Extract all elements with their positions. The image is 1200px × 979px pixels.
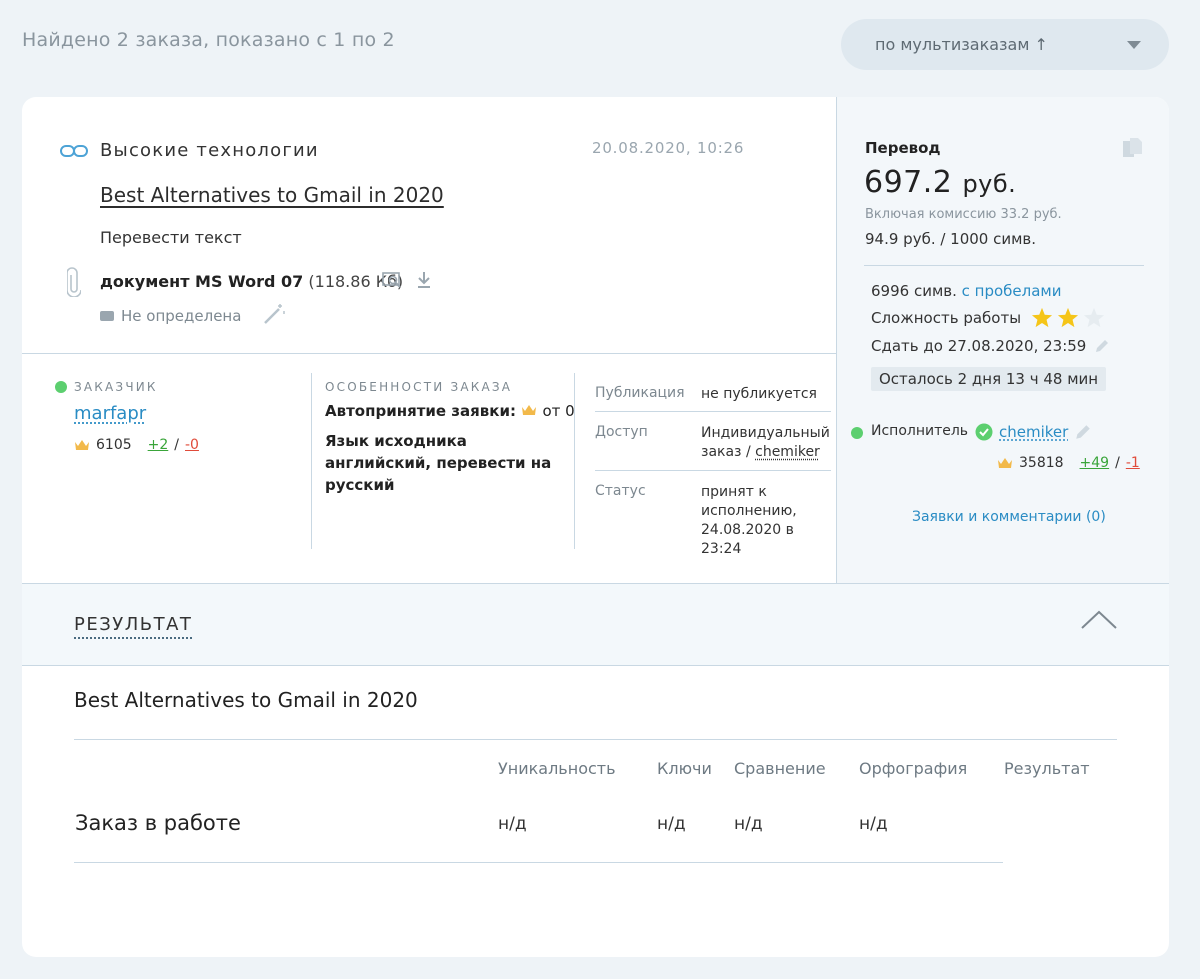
auto-accept-value: от 0 xyxy=(542,402,575,420)
sort-select[interactable]: по мультизаказам ↑ xyxy=(841,19,1169,70)
customer-rating: 6105 +2 / -0 xyxy=(74,437,199,453)
work-type: Перевод xyxy=(865,139,941,157)
status-key: Статус xyxy=(595,483,646,499)
executor-name-link[interactable]: chemiker xyxy=(999,423,1068,441)
preview-icon[interactable] xyxy=(382,271,402,289)
briefcase-icon xyxy=(100,311,114,321)
executor-rating: 35818 +49 / -1 xyxy=(997,455,1140,471)
column-header: Уникальность xyxy=(498,759,616,778)
divider xyxy=(864,265,1144,266)
publication-key: Публикация xyxy=(595,385,685,401)
category-label: Высокие технологии xyxy=(100,140,319,161)
attachment-actions xyxy=(382,271,432,289)
with-spaces-link[interactable]: с пробелами xyxy=(962,282,1062,300)
table-cell: н/д xyxy=(657,814,686,834)
executor-rating-value: 35818 xyxy=(1019,455,1064,471)
result-row-label: Заказ в работе xyxy=(75,811,241,835)
copy-icon[interactable] xyxy=(1121,137,1145,159)
executor: chemiker xyxy=(975,423,1092,441)
chevron-up-icon[interactable] xyxy=(1080,608,1118,630)
char-count-value: 6996 симв. xyxy=(871,282,957,300)
divider xyxy=(74,862,1003,863)
order-card: Высокие технологии 20.08.2020, 10:26 Bes… xyxy=(22,97,1169,957)
deadline-text: Сдать до 27.08.2020, 23:59 xyxy=(871,337,1087,355)
char-count: 6996 симв. с пробелами xyxy=(871,282,1062,300)
order-date: 20.08.2020, 10:26 xyxy=(592,139,745,157)
pricing-panel: Перевод 697.2 руб. Включая комиссию 33.2… xyxy=(836,97,1169,583)
table-cell: н/д xyxy=(734,814,763,834)
rating-separator: / xyxy=(174,437,179,453)
difficulty: Сложность работы xyxy=(871,307,1105,328)
bids-comments-link[interactable]: Заявки и комментарии (0) xyxy=(912,509,1106,525)
star-filled-icon xyxy=(1032,307,1053,328)
download-icon[interactable] xyxy=(416,271,432,289)
online-status-dot xyxy=(851,427,863,439)
order-topic: Не определена xyxy=(100,307,241,325)
access-user-link[interactable]: chemiker xyxy=(755,444,820,460)
features-label: ОСОБЕННОСТИ ЗАКАЗА xyxy=(325,380,513,394)
price-currency: руб. xyxy=(962,170,1017,198)
difficulty-stars xyxy=(1031,307,1105,328)
customer-positive-reviews[interactable]: +2 xyxy=(148,437,169,453)
results-count: Найдено 2 заказа, показано с 1 по 2 xyxy=(22,29,395,51)
order-title-link[interactable]: Best Alternatives to Gmail in 2020 xyxy=(100,183,444,207)
pencil-icon[interactable] xyxy=(1074,423,1092,441)
deadline: Сдать до 27.08.2020, 23:59 xyxy=(871,337,1110,355)
star-filled-icon xyxy=(1058,307,1079,328)
divider xyxy=(22,353,836,354)
status-value: принят к исполнению, 24.08.2020 в 23:24 xyxy=(701,484,797,557)
access-key: Доступ xyxy=(595,424,648,440)
star-empty-icon xyxy=(1084,307,1105,328)
auto-accept: Автопринятие заявки: от 0 xyxy=(325,402,575,420)
divider xyxy=(311,373,312,549)
crown-icon xyxy=(522,405,537,415)
online-status-dot xyxy=(55,381,67,393)
sort-select-value: по мультизаказам ↑ xyxy=(875,35,1048,54)
price: 697.2 руб. xyxy=(864,165,1016,200)
customer-negative-reviews[interactable]: -0 xyxy=(185,437,199,453)
column-header: Сравнение xyxy=(734,759,826,778)
executor-label: Исполнитель xyxy=(871,423,969,439)
result-doc-title: Best Alternatives to Gmail in 2020 xyxy=(74,688,418,712)
divider xyxy=(595,470,831,471)
divider xyxy=(574,373,575,549)
customer-label: ЗАКАЗЧИК xyxy=(74,380,158,394)
difficulty-label: Сложность работы xyxy=(871,308,1022,327)
executor-positive-reviews[interactable]: +49 xyxy=(1080,455,1110,471)
column-header: Ключи xyxy=(657,759,712,778)
link-icon xyxy=(60,144,88,157)
price-value: 697.2 xyxy=(864,165,953,200)
column-header: Результат xyxy=(1004,759,1090,778)
access-value: Индивидуальный заказ / chemiker xyxy=(701,424,831,462)
magic-wand-icon[interactable] xyxy=(262,303,286,325)
divider xyxy=(595,411,831,412)
order-task: Перевести текст xyxy=(100,228,242,247)
crown-icon xyxy=(998,458,1012,468)
table-cell: н/д xyxy=(498,814,527,834)
customer-name-link[interactable]: marfapr xyxy=(74,403,146,424)
publication-value: не публикуется xyxy=(701,386,817,402)
attachment-name: документ MS Word 07 xyxy=(100,272,304,291)
rate: 94.9 руб. / 1000 симв. xyxy=(865,230,1037,248)
source-language: Язык исходника английский, перевести на … xyxy=(325,432,552,494)
customer-rating-value: 6105 xyxy=(96,437,132,453)
crown-icon xyxy=(75,440,89,450)
pencil-icon[interactable] xyxy=(1094,338,1110,354)
topic-label: Не определена xyxy=(121,307,242,325)
paperclip-icon xyxy=(67,267,81,297)
result-header[interactable]: РЕЗУЛЬТАТ xyxy=(22,583,1169,666)
chevron-down-icon xyxy=(1127,41,1141,49)
table-cell: н/д xyxy=(859,814,888,834)
column-header: Орфография xyxy=(859,759,968,778)
verified-check-icon xyxy=(975,423,993,441)
order-category: Высокие технологии xyxy=(60,140,319,161)
rating-separator: / xyxy=(1115,455,1120,471)
executor-negative-reviews[interactable]: -1 xyxy=(1126,455,1140,471)
result-section-title[interactable]: РЕЗУЛЬТАТ xyxy=(74,614,193,639)
attachment: документ MS Word 07 (118.86 Кб) xyxy=(100,272,403,291)
divider xyxy=(74,739,1117,740)
time-left-badge: Осталось 2 дня 13 ч 48 мин xyxy=(871,367,1107,391)
auto-accept-label: Автопринятие заявки: xyxy=(325,402,516,420)
commission: Включая комиссию 33.2 руб. xyxy=(865,207,1062,222)
